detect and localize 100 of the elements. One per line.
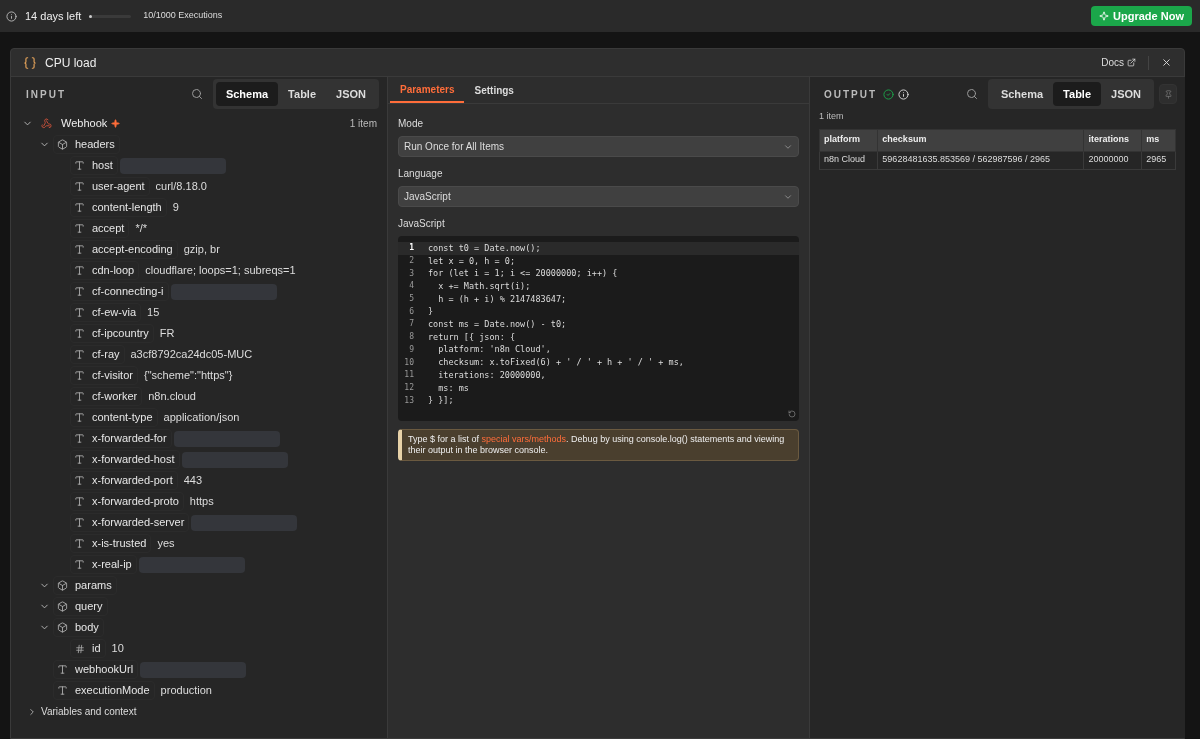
external-link-icon	[1127, 58, 1136, 67]
text-type-icon	[74, 391, 85, 402]
refresh-icon[interactable]	[788, 409, 796, 418]
table-cell: 59628481635.853569 / 562987596 / 2965	[877, 151, 1084, 169]
text-type-icon	[74, 307, 85, 318]
info-icon[interactable]	[898, 88, 910, 100]
field-key: host	[88, 157, 117, 174]
table-cell: 2965	[1141, 151, 1176, 169]
code-line: iterations: 20000000,	[437, 368, 546, 382]
view-tab[interactable]: Table	[278, 81, 327, 107]
field-key: content-length	[88, 199, 166, 216]
text-type-icon	[74, 349, 85, 360]
line-number: 10	[403, 356, 415, 369]
line-number: 6	[408, 305, 415, 318]
field-key: webhookUrl	[71, 661, 138, 678]
code-line: return [{ json: {	[428, 330, 515, 344]
view-tab[interactable]: JSON	[1101, 81, 1151, 107]
close-icon[interactable]	[1161, 57, 1172, 68]
field-label: Mode	[398, 117, 424, 131]
line-number: 3	[408, 267, 415, 280]
sparkle-icon	[1099, 11, 1110, 21]
line-number: 1	[408, 242, 415, 255]
search-icon[interactable]	[190, 88, 203, 100]
line-number: 2	[408, 255, 415, 268]
column-header: platform	[819, 129, 878, 151]
field-value: production	[160, 683, 212, 699]
line-number: 5	[408, 293, 415, 306]
docs-link[interactable]: Docs	[1101, 55, 1136, 70]
text-type-icon	[74, 475, 85, 486]
pin-button[interactable]	[1159, 84, 1177, 104]
text-type-icon	[74, 223, 85, 234]
text-type-icon	[74, 517, 85, 528]
field-key: params	[71, 577, 116, 594]
text-type-icon	[74, 181, 85, 192]
panel-title: OUTPUT	[824, 87, 878, 102]
field-value: n8n.cloud	[148, 389, 196, 405]
trigger-icon	[111, 119, 121, 128]
code-line: } }];	[428, 394, 454, 407]
cube-icon	[57, 580, 68, 591]
code-editor[interactable]	[398, 236, 799, 421]
panel-title: INPUT	[26, 87, 66, 102]
view-tab[interactable]: Table	[1053, 81, 1102, 107]
field-key: accept-encoding	[88, 241, 177, 258]
text-type-icon	[74, 370, 85, 381]
field-key: cf-ipcountry	[88, 325, 153, 342]
line-number: 7	[408, 318, 415, 331]
modal-title: CPU load	[45, 54, 97, 72]
text-type-icon	[74, 412, 85, 423]
column-header: checksum	[877, 129, 1084, 151]
field-label: JavaScript	[398, 217, 446, 231]
field-key: x-real-ip	[88, 556, 136, 573]
field-key: cf-ray	[88, 346, 124, 363]
code-line: let x = 0, h = 0;	[428, 254, 515, 268]
code-line: ms: ms	[437, 381, 469, 395]
code-line: x += Math.sqrt(i);	[437, 280, 531, 293]
field-key: cf-ew-via	[88, 304, 140, 321]
text-type-icon	[74, 160, 85, 171]
field-key: x-forwarded-server	[88, 514, 189, 531]
hash-icon	[74, 643, 85, 654]
field-key: content-type	[88, 409, 157, 426]
text-type-icon	[74, 538, 85, 549]
section-label[interactable]: Variables and context	[41, 704, 137, 719]
field-value: gzip, br	[183, 242, 220, 258]
cube-icon	[57, 139, 68, 150]
field-value: cloudflare; loops=1; subreqs=1	[145, 263, 296, 279]
info-icon[interactable]	[6, 10, 17, 22]
view-tab[interactable]: JSON	[326, 81, 376, 107]
text-type-icon	[57, 664, 68, 675]
select-field[interactable]: Run Once for All Items	[398, 136, 799, 157]
panel-tab[interactable]: Parameters	[390, 78, 465, 103]
field-key: x-forwarded-proto	[88, 493, 183, 510]
code-line: const ms = Date.now() - t0;	[428, 318, 567, 331]
text-type-icon	[74, 454, 85, 465]
field-value: {"scheme":"https"}	[143, 368, 233, 384]
table-cell: 20000000	[1083, 151, 1142, 169]
code-line: platform: 'n8n Cloud',	[437, 343, 551, 357]
panel-tab[interactable]: Settings	[464, 78, 524, 103]
chevron-icon[interactable]	[27, 706, 37, 717]
field-label: Language	[398, 167, 444, 181]
field-value: yes	[157, 536, 175, 552]
text-type-icon	[74, 328, 85, 339]
field-key: cf-worker	[88, 388, 142, 405]
field-key: x-forwarded-port	[88, 472, 177, 489]
field-value: a3cf8792ca24dc05-MUC	[130, 347, 253, 363]
column-header: ms	[1141, 129, 1176, 151]
code-line: checksum: x.toFixed(6) + ' / ' + h + ' / ' + ms,	[437, 356, 684, 369]
cube-icon	[57, 622, 68, 633]
webhook-icon	[41, 118, 52, 129]
code-line: h = (h + i) % 2147483647;	[437, 292, 567, 306]
field-value: application/json	[163, 410, 240, 426]
view-tab[interactable]: Schema	[215, 81, 279, 107]
view-tab[interactable]: Schema	[990, 81, 1054, 107]
executions-count: 10/1000 Executions	[143, 9, 223, 23]
trial-days: 14 days left	[25, 7, 82, 25]
field-key: body	[71, 619, 103, 636]
item-count: 1 item	[349, 117, 377, 131]
search-icon[interactable]	[965, 88, 978, 100]
line-number: 11	[403, 369, 415, 382]
select-field[interactable]: JavaScript	[398, 186, 799, 207]
node-name: Webhook	[61, 116, 108, 132]
